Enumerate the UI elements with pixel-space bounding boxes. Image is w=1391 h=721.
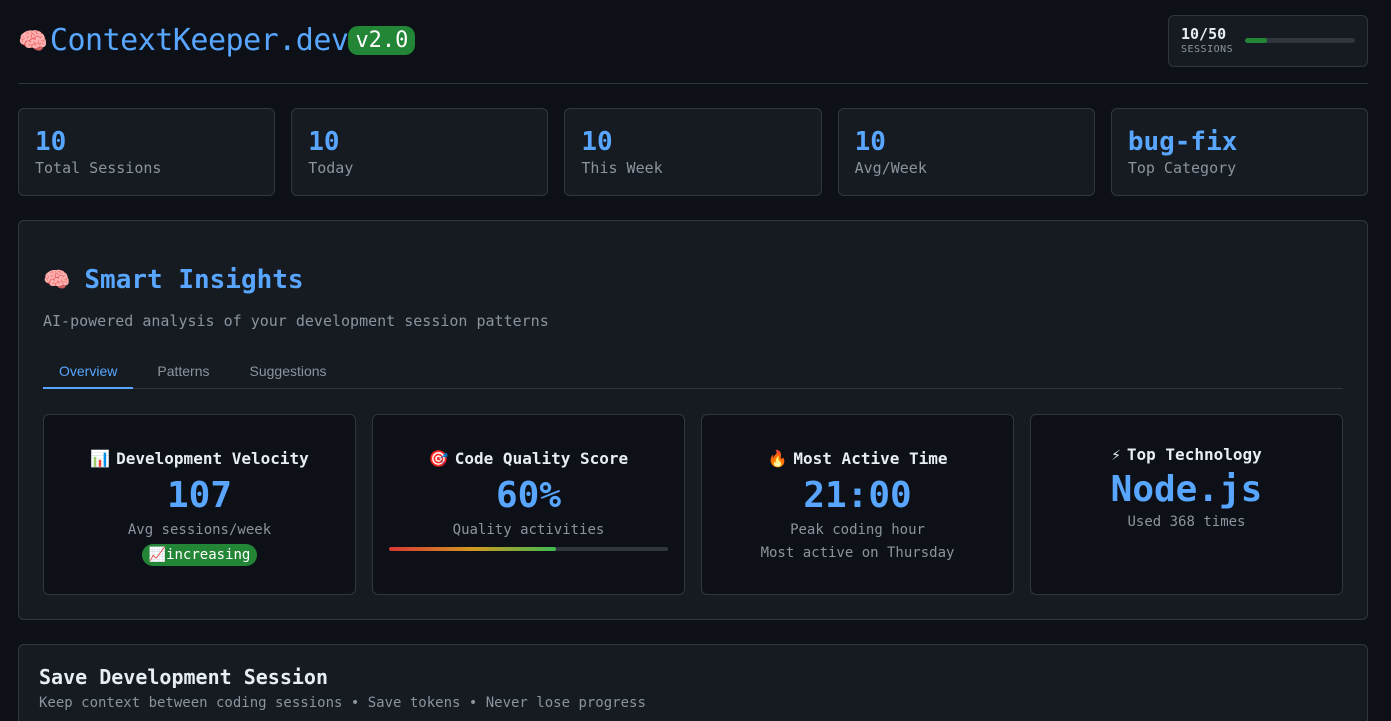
stat-label: Total Sessions xyxy=(35,159,162,177)
quality-progress-fill xyxy=(389,547,557,551)
card-title-text: Most Active Time xyxy=(793,449,948,468)
brain-icon: 🧠 xyxy=(18,26,48,55)
bar-chart-icon: 📊 xyxy=(90,449,111,468)
save-session-title: Save Development Session xyxy=(39,665,328,689)
insight-cards: 📊 Development Velocity 107 Avg sessions/w… xyxy=(43,414,1343,595)
app-name: ContextKeeper.dev xyxy=(49,23,349,58)
save-session-panel: Save Development Session Keep context be… xyxy=(18,644,1368,721)
stat-label: Top Category xyxy=(1127,159,1237,177)
insights-tabs: Overview Patterns Suggestions xyxy=(43,356,1343,389)
stat-value: 10 xyxy=(581,127,613,157)
fire-icon: 🔥 xyxy=(767,449,788,468)
card-title-text: Development Velocity xyxy=(116,449,309,468)
stat-card-today: 10 Today xyxy=(291,108,549,196)
tab-patterns[interactable]: Patterns xyxy=(141,356,225,389)
velocity-label: Avg sessions/week xyxy=(127,522,272,538)
active-time-label: Peak coding hour xyxy=(790,522,925,538)
app-header: 🧠 ContextKeeper.dev v2.0 10/50 SESSIONS xyxy=(18,0,1368,84)
quality-label: Quality activities xyxy=(452,522,605,538)
tab-overview[interactable]: Overview xyxy=(43,356,134,389)
technology-value: Node.js xyxy=(1110,469,1263,510)
session-usage-bar xyxy=(1245,38,1355,43)
brand[interactable]: 🧠 ContextKeeper.dev v2.0 xyxy=(18,23,416,58)
active-time-value: 21:00 xyxy=(803,475,912,516)
technology-label: Used 368 times xyxy=(1127,514,1246,530)
insights-subtitle: AI-powered analysis of your development … xyxy=(43,312,549,330)
session-usage-count: 10/50 xyxy=(1181,24,1227,43)
stat-card-this-week: 10 This Week xyxy=(564,108,822,196)
stat-label: Today xyxy=(308,159,354,177)
card-title: ⚡ Top Technology xyxy=(1031,445,1342,464)
session-usage-meter: 10/50 SESSIONS xyxy=(1168,14,1368,67)
stat-card-top-category: bug-fix Top Category xyxy=(1110,108,1369,196)
stat-value: 10 xyxy=(854,127,886,157)
velocity-card: 📊 Development Velocity 107 Avg sessions/w… xyxy=(43,414,356,595)
stat-value: 10 xyxy=(35,127,67,157)
quality-card: 🎯 Code Quality Score 60% Quality activiti… xyxy=(372,414,685,595)
stat-value: 10 xyxy=(308,127,340,157)
stat-label: This Week xyxy=(581,159,663,177)
session-usage-bar-fill xyxy=(1245,38,1268,43)
card-title: 🎯 Code Quality Score xyxy=(373,449,684,468)
tab-suggestions[interactable]: Suggestions xyxy=(234,356,343,389)
card-title-text: Top Technology xyxy=(1126,445,1262,464)
active-day-text: Most active on Thursday xyxy=(760,545,955,561)
card-title: 🔥 Most Active Time xyxy=(702,449,1013,468)
active-time-card: 🔥 Most Active Time 21:00 Peak coding hour… xyxy=(701,414,1014,595)
page: 🧠 ContextKeeper.dev v2.0 10/50 SESSIONS … xyxy=(0,0,1391,721)
stat-card-total-sessions: 10 Total Sessions xyxy=(18,108,276,196)
stat-card-avg-week: 10 Avg/Week xyxy=(837,108,1095,196)
velocity-value: 107 xyxy=(166,475,233,516)
lightning-icon: ⚡ xyxy=(1111,445,1121,464)
quality-value: 60% xyxy=(495,475,562,516)
save-session-subtitle: Keep context between coding sessions • S… xyxy=(39,695,646,711)
top-technology-card: ⚡ Top Technology Node.js Used 368 times xyxy=(1030,414,1343,595)
brain-icon: 🧠 xyxy=(43,267,71,293)
stat-value: bug-fix xyxy=(1127,127,1238,157)
quality-progress-bar xyxy=(389,547,668,551)
version-badge: v2.0 xyxy=(348,26,416,55)
target-icon: 🎯 xyxy=(428,449,449,468)
stat-label: Avg/Week xyxy=(854,159,927,177)
trend-badge: 📈increasing xyxy=(141,544,258,566)
smart-insights-panel: 🧠 Smart Insights AI-powered analysis of … xyxy=(18,220,1368,620)
insights-title-text: Smart Insights xyxy=(84,265,304,295)
session-usage-unit: SESSIONS xyxy=(1181,43,1234,55)
card-title: 📊 Development Velocity xyxy=(44,449,355,468)
stats-row: 10 Total Sessions 10 Today 10 This Week … xyxy=(18,108,1369,196)
card-title-text: Code Quality Score xyxy=(454,449,629,468)
insights-title: 🧠 Smart Insights xyxy=(43,265,304,295)
